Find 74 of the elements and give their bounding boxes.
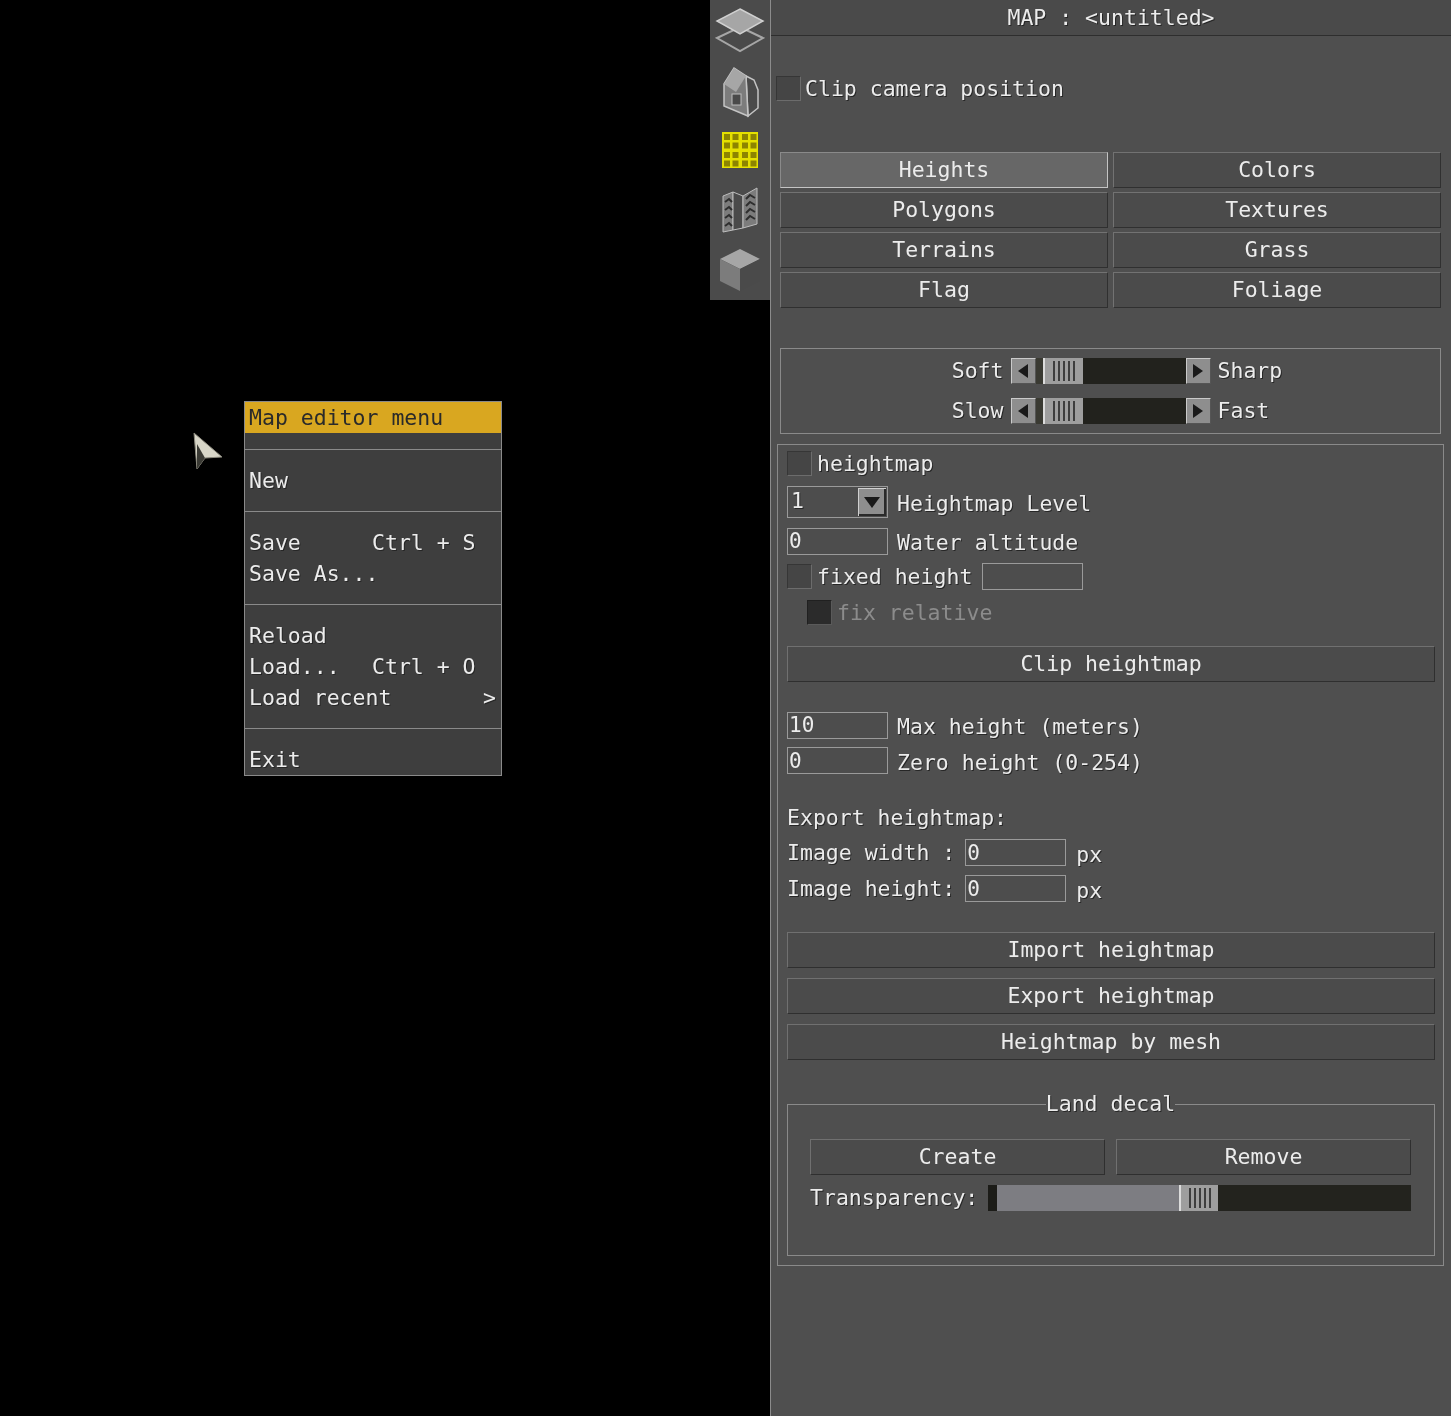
mode-tab[interactable]: Textures [1113,192,1441,228]
menu-item[interactable]: New [249,467,372,494]
field-label: Heightmap Level [897,491,1092,517]
checkbox-label: fixed height [817,563,973,590]
mode-tab[interactable]: Colors [1113,152,1441,188]
transparency-slider[interactable] [997,1185,1411,1211]
menu-item[interactable]: Reload [249,622,372,649]
step-right-button[interactable] [1185,358,1211,384]
decal-button[interactable]: Create [810,1139,1105,1175]
unit-label: px [1076,841,1103,868]
field-label: Water altitude [897,530,1079,556]
mode-tab[interactable]: Foliage [1113,272,1441,308]
keyboard-shortcut: Ctrl + O [372,653,476,680]
mode-tab[interactable]: Flag [780,272,1108,308]
slider-label: Fast [1217,398,1270,424]
step-left-button[interactable] [1010,358,1036,384]
action-button[interactable]: Import heightmap [787,932,1435,968]
checkbox[interactable] [776,76,801,101]
cube-icon[interactable] [718,247,762,293]
menu-item[interactable]: Exit [249,746,372,773]
slider-label: Slow [951,398,1004,424]
menu-item[interactable]: Save As... [249,560,379,587]
menu-title: Map editor menu [245,402,501,433]
field-label: Image height: [787,875,956,902]
menu-item[interactable]: Load... [249,653,372,680]
unit-label: px [1076,877,1103,904]
checkbox-label: fix relative [837,599,993,626]
triangle-right-icon [1193,404,1203,418]
field-label: Max height (meters) [897,714,1143,740]
slider-thumb[interactable] [1179,1185,1219,1211]
mode-tab[interactable]: Polygons [780,192,1108,228]
slider-end-cap [988,1185,997,1211]
action-button[interactable]: Export heightmap [787,978,1435,1014]
menu-item[interactable]: Load recent [249,684,392,711]
step-right-button[interactable] [1185,398,1211,424]
level-dropdown[interactable]: 1 [787,486,888,518]
image-size-field[interactable]: 0 [965,839,1067,866]
field-label: Zero height (0-254) [897,749,1143,776]
keyboard-shortcut: Ctrl + S [372,529,476,556]
image-size-field[interactable]: 0 [965,875,1067,902]
section-heading: Export heightmap: [787,806,1008,830]
submenu-indicator: > [483,684,496,711]
grid-icon[interactable] [722,132,758,168]
checkbox-label: heightmap [817,450,934,477]
layers-icon[interactable] [715,7,765,53]
clip-heightmap-button[interactable]: Clip heightmap [787,646,1435,682]
pointer-icon [193,432,223,470]
caret-down-icon [858,488,886,516]
triangle-right-icon [1193,364,1203,378]
mode-tab[interactable]: Terrains [780,232,1108,268]
triangle-left-icon [1018,364,1028,378]
zero-height-field[interactable]: 0 [787,747,888,774]
slider-label: Transparency: [810,1185,980,1211]
triangle-left-icon [1018,404,1028,418]
slider-thumb[interactable] [1043,358,1083,384]
mode-tab[interactable]: Heights [780,152,1108,188]
decal-button[interactable]: Remove [1116,1139,1411,1175]
slider-label: Sharp [1217,358,1283,384]
fixed-height-field[interactable] [982,563,1084,590]
checkbox[interactable] [787,564,812,589]
field-label: Image width : [787,839,956,866]
slider-thumb[interactable] [1043,398,1083,424]
max-height-field[interactable]: 10 [787,711,888,739]
checkbox[interactable] [787,451,812,476]
menu-item[interactable]: Save [249,529,372,556]
water-altitude-field[interactable]: 0 [787,527,888,555]
step-left-button[interactable] [1010,398,1036,424]
group-title: Land decal [1045,1091,1176,1117]
action-button[interactable]: Heightmap by mesh [787,1024,1435,1060]
slider-label: Soft [951,358,1004,384]
wall-panels-icon[interactable] [721,186,759,234]
panel-title: MAP : <untitled> [771,0,1451,36]
mode-tab[interactable]: Grass [1113,232,1441,268]
checkbox-label: Clip camera position [805,75,1064,102]
